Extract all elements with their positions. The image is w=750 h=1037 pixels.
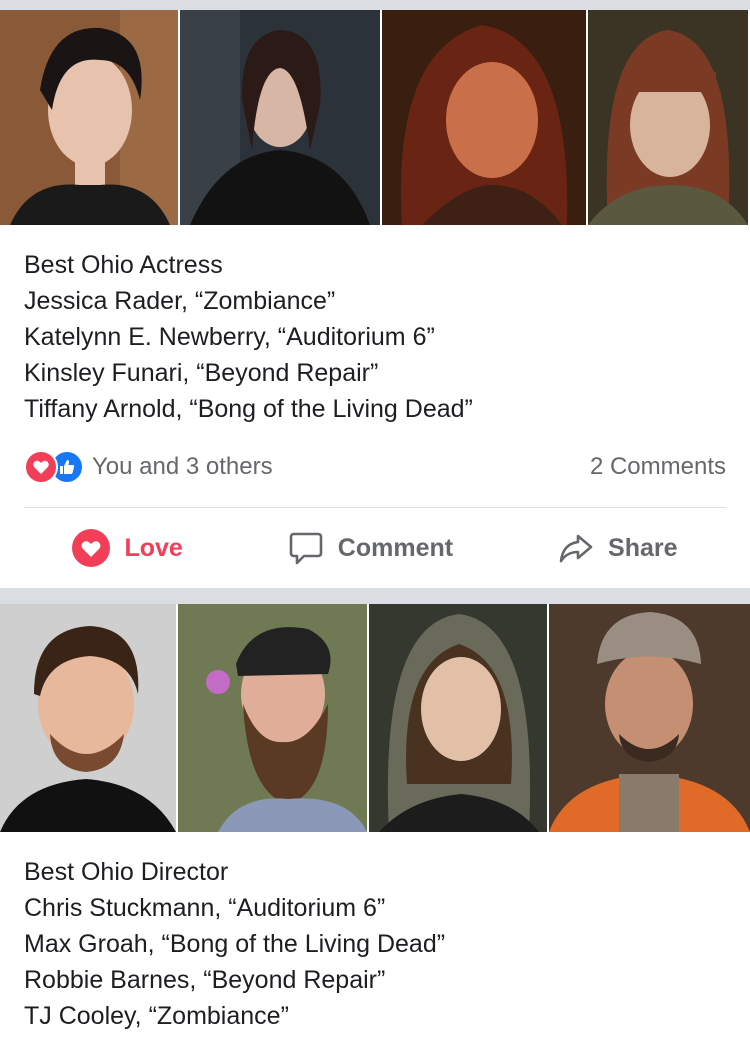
share-label: Share	[608, 533, 678, 562]
post-stats: You and 3 others 2 Comments	[0, 427, 750, 507]
photo-collage[interactable]	[0, 604, 750, 832]
love-label: Love	[124, 533, 183, 562]
photo-max-groah[interactable]	[178, 604, 367, 832]
photo-kinsley-funari[interactable]	[382, 10, 586, 225]
love-icon	[72, 529, 111, 567]
feed-separator	[0, 588, 750, 604]
post-caption: Best Ohio Director Chris Stuckmann, “Aud…	[0, 832, 750, 1034]
caption-line: Robbie Barnes, “Beyond Repair”	[24, 966, 386, 994]
caption-line: Max Groah, “Bong of the Living Dead”	[24, 930, 446, 958]
comment-label: Comment	[337, 533, 454, 562]
comment-button[interactable]: Comment	[288, 530, 453, 566]
post-best-ohio-director: Best Ohio Director Chris Stuckmann, “Aud…	[0, 604, 750, 1034]
reactions-summary[interactable]: You and 3 others	[24, 450, 273, 484]
photo-robbie-barnes[interactable]	[369, 604, 547, 832]
caption-line: Chris Stuckmann, “Auditorium 6”	[24, 894, 386, 922]
caption-title: Best Ohio Director	[24, 858, 229, 886]
caption-line: Katelynn E. Newberry, “Auditorium 6”	[24, 323, 435, 351]
love-button[interactable]: Love	[72, 529, 183, 567]
share-button[interactable]: Share	[558, 530, 678, 566]
reactions-text: You and 3 others	[92, 453, 273, 480]
caption-line: Tiffany Arnold, “Bong of the Living Dead…	[24, 395, 473, 423]
post-actions: Love Comment Share	[0, 508, 750, 588]
caption-line: Kinsley Funari, “Beyond Repair”	[24, 359, 379, 387]
feed-separator	[0, 0, 750, 10]
photo-jessica-rader[interactable]	[0, 10, 178, 225]
caption-line: Jessica Rader, “Zombiance”	[24, 287, 336, 315]
photo-katelynn-newberry[interactable]	[180, 10, 380, 225]
share-icon	[559, 534, 593, 563]
photo-chris-stuckmann[interactable]	[0, 604, 176, 832]
photo-tj-cooley[interactable]	[549, 604, 750, 832]
comment-icon	[289, 532, 323, 565]
post-best-ohio-actress: Best Ohio Actress Jessica Rader, “Zombia…	[0, 10, 750, 588]
comments-count[interactable]: 2 Comments	[590, 453, 726, 481]
caption-title: Best Ohio Actress	[24, 251, 223, 279]
photo-tiffany-arnold[interactable]	[588, 10, 748, 225]
caption-line: TJ Cooley, “Zombiance”	[24, 1002, 289, 1030]
post-caption: Best Ohio Actress Jessica Rader, “Zombia…	[0, 225, 750, 427]
photo-collage[interactable]	[0, 10, 750, 225]
love-icon	[24, 450, 58, 484]
